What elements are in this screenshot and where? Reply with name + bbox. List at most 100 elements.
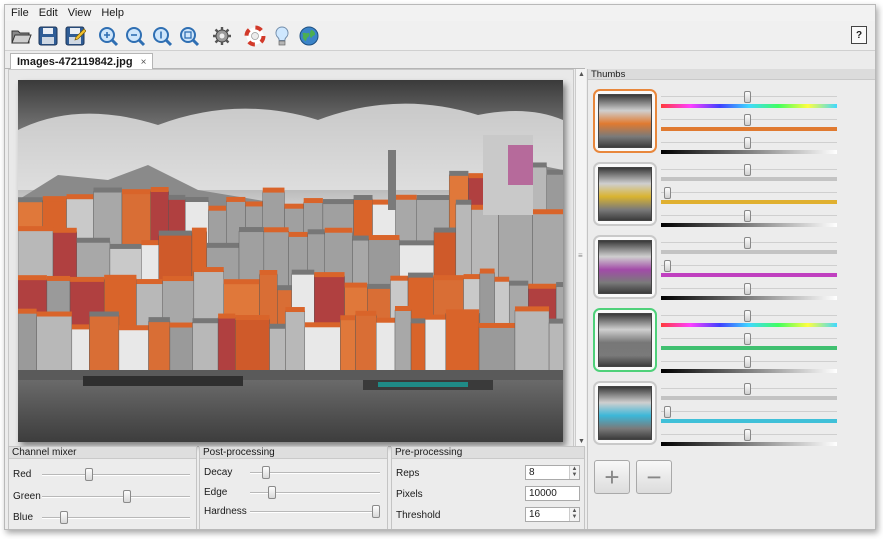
preset-color-bar[interactable] bbox=[661, 150, 837, 154]
hardness-slider-handle[interactable] bbox=[372, 505, 380, 518]
edited-photo bbox=[18, 80, 563, 442]
roof-shape bbox=[158, 230, 192, 236]
channel-mixer-panel: Channel mixer Red Green Blue bbox=[8, 446, 197, 529]
roof-shape bbox=[192, 318, 219, 324]
preset-color-bar[interactable] bbox=[661, 200, 837, 204]
thumbs-panel: Thumbs + − bbox=[587, 69, 875, 529]
preset-slider-handle[interactable] bbox=[664, 260, 672, 272]
preset-color-bar[interactable] bbox=[661, 369, 837, 373]
preset-slider-handle[interactable] bbox=[744, 356, 752, 368]
scroll-grip-icon[interactable]: ≡ bbox=[578, 251, 583, 260]
roof-shape bbox=[193, 267, 224, 273]
scroll-down-icon[interactable]: ▼ bbox=[578, 438, 585, 445]
remove-preset-button[interactable]: − bbox=[636, 460, 672, 494]
preset-thumbnail[interactable] bbox=[593, 89, 657, 153]
globe-icon[interactable] bbox=[297, 24, 321, 48]
preset-slider-handle[interactable] bbox=[744, 114, 752, 126]
roof-shape bbox=[218, 313, 236, 319]
roof-shape bbox=[285, 307, 305, 313]
add-preset-button[interactable]: + bbox=[594, 460, 630, 494]
help-button[interactable]: ? bbox=[851, 26, 867, 44]
menu-view[interactable]: View bbox=[68, 7, 92, 19]
preset-slider-handle[interactable] bbox=[744, 310, 752, 322]
roof-shape bbox=[355, 310, 377, 316]
roof-shape bbox=[162, 276, 194, 282]
edge-slider-handle[interactable] bbox=[268, 486, 277, 499]
tab-image[interactable]: Images-472119842.jpg × bbox=[10, 53, 154, 70]
preset-color-bar[interactable] bbox=[661, 104, 837, 108]
lightbulb-icon[interactable] bbox=[270, 24, 294, 48]
save-icon[interactable] bbox=[36, 24, 60, 48]
preset-slider-handle[interactable] bbox=[664, 187, 672, 199]
scroll-up-icon[interactable]: ▲ bbox=[578, 71, 585, 78]
pixels-label: Pixels bbox=[396, 489, 423, 500]
menu-help[interactable]: Help bbox=[101, 7, 124, 19]
spin-down-icon[interactable]: ▼ bbox=[572, 472, 578, 478]
zoom-in-icon[interactable] bbox=[96, 24, 120, 48]
close-tab-icon[interactable]: × bbox=[141, 57, 147, 68]
red-slider-track[interactable] bbox=[42, 474, 190, 476]
preset-slider-handle[interactable] bbox=[744, 91, 752, 103]
roof-shape bbox=[340, 315, 356, 321]
green-slider-handle[interactable] bbox=[123, 490, 132, 503]
preset-slider-handle[interactable] bbox=[744, 333, 752, 345]
roof-shape bbox=[304, 322, 341, 328]
settings-gear-icon[interactable] bbox=[210, 24, 234, 48]
menu-file[interactable]: File bbox=[11, 7, 29, 19]
open-folder-icon[interactable] bbox=[9, 24, 33, 48]
threshold-spinbox[interactable]: 16 ▲ ▼ bbox=[525, 507, 580, 522]
preset-slider-handle[interactable] bbox=[744, 237, 752, 249]
blue-slider-handle[interactable] bbox=[60, 511, 69, 524]
save-as-icon[interactable] bbox=[63, 24, 87, 48]
zoom-fit-icon[interactable] bbox=[177, 24, 201, 48]
image-viewer[interactable] bbox=[8, 69, 574, 447]
preset-preview bbox=[598, 167, 652, 221]
preset-slider-handle[interactable] bbox=[664, 406, 672, 418]
green-slider-track[interactable] bbox=[42, 496, 190, 498]
zoom-out-icon[interactable] bbox=[123, 24, 147, 48]
preset-thumbnail[interactable] bbox=[593, 308, 657, 372]
preset-color-bar[interactable] bbox=[661, 273, 837, 277]
reps-spin-arrows[interactable]: ▲ ▼ bbox=[569, 466, 579, 479]
roof-shape bbox=[239, 227, 264, 233]
roof-shape bbox=[223, 279, 260, 285]
viewer-vertical-scrollbar[interactable]: ▲ ≡ ▼ bbox=[575, 69, 586, 447]
preset-slider-handle[interactable] bbox=[744, 283, 752, 295]
preset-color-bar[interactable] bbox=[661, 296, 837, 300]
roof-shape bbox=[191, 227, 207, 233]
preset-slider-handle[interactable] bbox=[744, 429, 752, 441]
menu-edit[interactable]: Edit bbox=[39, 7, 58, 19]
roof-shape bbox=[141, 240, 159, 246]
preset-color-bar[interactable] bbox=[661, 127, 837, 131]
preset-thumbnail[interactable] bbox=[593, 381, 657, 445]
roof-shape bbox=[556, 282, 563, 288]
preset-slider-handle[interactable] bbox=[744, 137, 752, 149]
roof-shape bbox=[411, 318, 426, 324]
preset-color-bar[interactable] bbox=[661, 250, 837, 254]
preset-color-bar[interactable] bbox=[661, 323, 837, 327]
preset-color-bar[interactable] bbox=[661, 223, 837, 227]
zoom-actual-icon[interactable] bbox=[150, 24, 174, 48]
preset-slider-handle[interactable] bbox=[744, 383, 752, 395]
preset-color-bar[interactable] bbox=[661, 419, 837, 423]
reps-spinbox[interactable]: 8 ▲ ▼ bbox=[525, 465, 580, 480]
preset-color-bar[interactable] bbox=[661, 442, 837, 446]
spin-down-icon[interactable]: ▼ bbox=[572, 514, 578, 520]
hardness-slider-track[interactable] bbox=[250, 511, 380, 513]
threshold-spin-arrows[interactable]: ▲ ▼ bbox=[569, 508, 579, 521]
preset-thumbnail[interactable] bbox=[593, 235, 657, 299]
pixels-input[interactable]: 10000 bbox=[525, 486, 580, 501]
preset-color-bar[interactable] bbox=[661, 346, 837, 350]
lifebuoy-icon[interactable] bbox=[243, 24, 267, 48]
roof-shape bbox=[546, 169, 563, 175]
preset-slider-handle[interactable] bbox=[744, 210, 752, 222]
roof-shape bbox=[185, 197, 209, 203]
roof-shape bbox=[367, 283, 391, 289]
red-slider-handle[interactable] bbox=[85, 468, 94, 481]
preset-thumbnail[interactable] bbox=[593, 162, 657, 226]
tab-label: Images-472119842.jpg bbox=[17, 56, 133, 68]
decay-slider-handle[interactable] bbox=[262, 466, 271, 479]
preset-color-bar[interactable] bbox=[661, 177, 837, 181]
preset-color-bar[interactable] bbox=[661, 396, 837, 400]
preset-slider-handle[interactable] bbox=[744, 164, 752, 176]
